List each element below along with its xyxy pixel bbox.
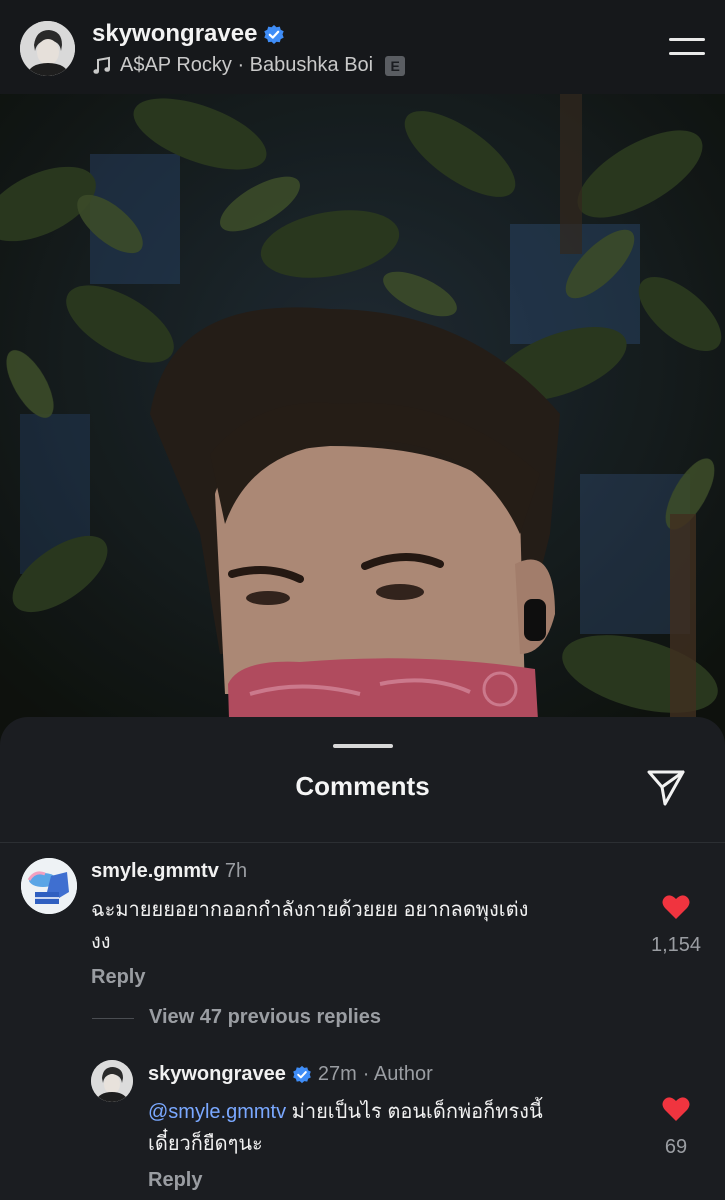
author-avatar[interactable] (91, 1060, 133, 1102)
like-count: 69 (664, 1136, 688, 1158)
reply-button[interactable]: Reply (91, 966, 145, 989)
reply-username[interactable]: skywongravee 27m · Author (148, 1063, 433, 1086)
heart-icon[interactable] (662, 1096, 690, 1122)
replies-line (92, 1018, 134, 1019)
author-label: · Author (362, 1063, 433, 1085)
comment-text: ฉะมายยยอยากออกกำลังกายด้วยยย อยากลดพุงเต… (91, 899, 529, 953)
view-previous-replies[interactable]: View 47 previous replies (149, 1006, 381, 1029)
commenter-avatar[interactable] (21, 858, 77, 914)
send-icon[interactable] (645, 767, 687, 807)
like-count: 1,154 (650, 934, 702, 956)
music-label: A$AP Rocky · Babushka Boi (120, 54, 374, 76)
post-photo[interactable] (0, 94, 725, 754)
reply-button[interactable]: Reply (148, 1169, 202, 1192)
profile-avatar[interactable] (20, 21, 75, 76)
heart-icon[interactable] (662, 894, 690, 920)
header-username[interactable]: skywongravee (92, 20, 285, 48)
post-header: skywongravee A$AP Rocky · Babushka Boi E (0, 0, 725, 94)
reply-text: @smyle.gmmtv ม่ายเป็นไร ตอนเด็กพ่อก็ทรงน… (148, 1101, 543, 1155)
comment-username[interactable]: smyle.gmmtv 7h (91, 860, 247, 883)
reply-time: 27m (317, 1063, 357, 1085)
music-info[interactable]: A$AP Rocky · Babushka Boi E (92, 54, 406, 77)
sheet-drag-handle[interactable] (333, 744, 393, 748)
comment-time: 7h (224, 860, 248, 882)
menu-icon[interactable] (669, 38, 705, 58)
explicit-badge: E (385, 55, 406, 76)
verified-icon (293, 1065, 311, 1083)
sheet-title: Comments (295, 771, 430, 801)
verified-icon (264, 24, 285, 44)
mention-link[interactable]: @smyle.gmmtv (148, 1101, 286, 1123)
music-note-icon (93, 56, 110, 74)
sheet-divider (0, 842, 725, 843)
